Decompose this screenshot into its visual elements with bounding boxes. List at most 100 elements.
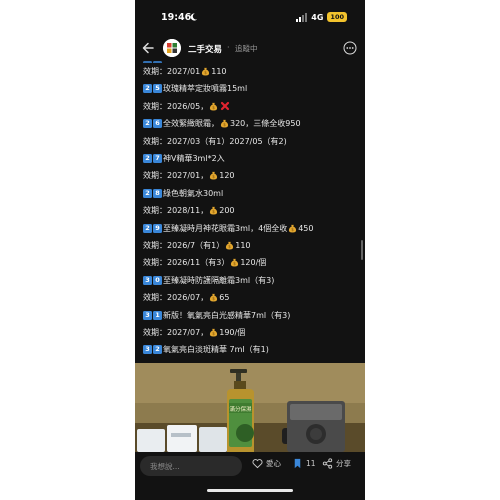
post-line-text: 新版！氧氣亮白光感精華7ml（有3) (163, 310, 291, 320)
phone-screen: 19:46 4G 100 二手交易 · 追蹤中 效期：2027/01 $ 110… (135, 0, 365, 500)
svg-text:$: $ (212, 175, 215, 180)
post-photo[interactable]: 滿分保濕 (135, 363, 365, 452)
post-line-text: 效期：2026/11（有3） (143, 258, 230, 268)
post-line-text: 全效緊緻眼霜， (163, 119, 219, 129)
home-indicator (207, 489, 293, 492)
post-line: 效期：2027/01， $120 (143, 170, 235, 181)
keycap-digit-icon: 3 (143, 345, 152, 355)
group-avatar[interactable] (163, 39, 181, 57)
clipped-previous-line (143, 60, 293, 63)
money-bag-icon: $ (209, 102, 218, 111)
avatar-logo-icon (163, 39, 181, 57)
post-line-price: 320，三條全收950 (230, 119, 301, 129)
share-icon (322, 458, 333, 469)
post-line-text: 效期：2026/07， (143, 293, 209, 303)
network-label: 4G (311, 12, 324, 22)
money-bag-icon: $ (288, 224, 297, 233)
keycap-digit-icon: 5 (153, 84, 162, 94)
svg-text:$: $ (212, 331, 215, 336)
keycap-digit-icon: 7 (153, 154, 162, 163)
money-bag-icon: $ (209, 206, 218, 215)
svg-text:$: $ (212, 105, 215, 110)
post-line: 3 1 新版！氧氣亮白光感精華7ml（有3) (143, 310, 290, 321)
svg-text:$: $ (204, 70, 207, 75)
post-line-text: 效期：2027/01， (143, 171, 209, 181)
post-line: 3 2 氧氣亮白淡斑精華 7ml（有1) (143, 344, 269, 355)
keycap-digit-icon: 2 (143, 188, 152, 198)
back-arrow-icon[interactable] (141, 41, 155, 55)
keycap-digit-icon: 9 (153, 223, 162, 233)
product-photo-image: 滿分保濕 (135, 363, 365, 452)
like-label: 愛心 (266, 459, 281, 468)
post-line-price: 65 (219, 293, 230, 303)
keycap-digit-icon: 3 (143, 275, 152, 285)
bottom-action-bar: 我想說... 愛心 11 分享 (135, 452, 365, 482)
post-line: 2 8 綠色朝氣水30ml (143, 188, 223, 199)
keycap-digit-icon: 2 (143, 223, 152, 233)
bookmark-icon (294, 458, 301, 469)
post-line-text: 綠色朝氣水30ml (163, 188, 224, 198)
bottle-label: 滿分保濕 (229, 405, 252, 413)
battery-indicator: 100 (327, 12, 347, 22)
heart-icon (252, 459, 263, 469)
post-line: 效期：2027/01 $110 (143, 66, 227, 77)
bookmark-button[interactable]: 11 (292, 458, 316, 469)
money-bag-icon: $ (209, 171, 218, 180)
like-button[interactable]: 愛心 (252, 458, 281, 469)
keycap-digit-icon: 6 (153, 119, 162, 129)
moon-icon (190, 13, 198, 21)
status-bar: 19:46 4G 100 (135, 0, 365, 36)
post-line-price: 110 (211, 67, 227, 76)
follow-status[interactable]: 追蹤中 (235, 43, 258, 54)
share-label: 分享 (336, 459, 351, 468)
post-line: 2 9 至臻凝時月神花眼霜3ml，4個全收 $450 (143, 223, 313, 234)
post-line-text: 效期：2026/7（有1） (143, 241, 225, 250)
money-bag-icon: $ (209, 293, 218, 302)
status-indicators: 4G 100 (296, 12, 347, 22)
keycap-digit-icon: 8 (153, 188, 162, 198)
scrollbar[interactable] (361, 240, 363, 260)
post-line-text: 效期：2027/01 (143, 67, 201, 76)
post-line-text: 玫瑰精萃定妝噴霧15ml (163, 84, 248, 94)
svg-text:$: $ (291, 227, 294, 232)
comment-input[interactable]: 我想說... (140, 456, 242, 476)
svg-text:$: $ (212, 209, 215, 214)
keycap-digit-icon: 0 (153, 275, 162, 285)
bookmark-count: 11 (306, 459, 316, 468)
svg-text:$: $ (234, 262, 237, 267)
money-bag-icon: $ (220, 119, 229, 128)
post-body: 效期：2027/01 $110 2 5 玫瑰精萃定妝噴霧15ml 效期：2026/05， $… (135, 60, 365, 360)
post-line-text: 至臻凝時月神花眼霜3ml，4個全收 (163, 223, 288, 233)
post-line-text: 氧氣亮白淡斑精華 7ml（有1) (163, 345, 269, 355)
post-line: 2 5 玫瑰精萃定妝噴霧15ml (143, 83, 247, 94)
post-line: 效期：2026/11（有3） $120/個 (143, 257, 266, 268)
post-line: 2 6 全效緊緻眼霜， $320，三條全收950 (143, 118, 301, 129)
svg-text:$: $ (228, 244, 231, 249)
post-line: 效期：2027/03（有1）2027/05（有2) (143, 136, 287, 147)
money-bag-icon: $ (225, 241, 234, 250)
post-line: 效期：2027/07， $190/個 (143, 327, 245, 338)
keycap-digit-icon: 2 (143, 119, 152, 129)
post-line-text: 效期：2027/07， (143, 328, 209, 337)
post-line-text: 至臻凝時防護隔離霜3ml（有3) (163, 275, 275, 285)
comment-placeholder: 我想說... (150, 462, 180, 471)
post-line-price: 190/個 (219, 328, 246, 337)
post-line-price: 200 (219, 206, 235, 216)
money-bag-icon: $ (209, 328, 218, 337)
cross-mark-icon (220, 101, 230, 111)
group-title[interactable]: 二手交易 (188, 43, 222, 55)
svg-text:$: $ (223, 122, 226, 127)
post-line-text: 效期：2027/03（有1）2027/05（有2) (143, 136, 287, 146)
money-bag-icon: $ (230, 258, 239, 267)
share-button[interactable]: 分享 (322, 458, 351, 469)
keycap-digit-icon: 2 (143, 84, 152, 94)
svg-text:$: $ (212, 296, 215, 301)
post-line-text: 神V精華3ml*2入 (163, 154, 225, 163)
post-line-price: 110 (235, 241, 251, 250)
post-line-price: 120/個 (240, 258, 267, 268)
post-line: 效期：2028/11， $200 (143, 205, 235, 216)
keycap-digit-icon: 3 (143, 310, 152, 320)
post-line: 2 7 神V精華3ml*2入 (143, 153, 225, 164)
more-options-icon[interactable] (343, 41, 357, 55)
post-line-price: 450 (298, 223, 314, 233)
